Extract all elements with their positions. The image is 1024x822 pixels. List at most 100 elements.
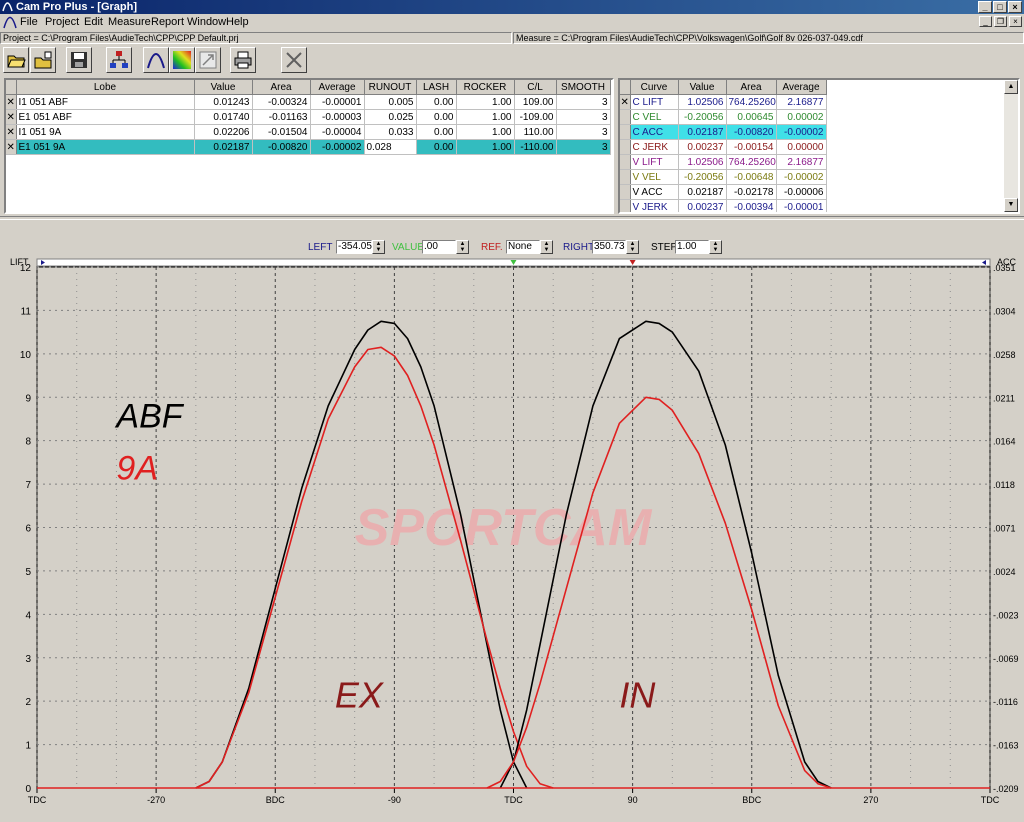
color-palette-button[interactable] xyxy=(169,47,195,73)
column-header-rocker[interactable]: ROCKER xyxy=(456,80,515,95)
open-file-button[interactable] xyxy=(30,47,56,73)
row-selector[interactable] xyxy=(620,124,631,140)
header-corner xyxy=(6,80,17,95)
cam-graph[interactable]: 0 1 2 3 4 5 6 7 8 9 10 11 12 TDC -270 BDC -90 TDC 90 BDC 270… xyxy=(0,256,1024,819)
column-header-area[interactable]: Area xyxy=(726,80,777,95)
close-x-button[interactable] xyxy=(281,47,307,73)
ref-input[interactable]: None xyxy=(506,240,540,254)
table-row[interactable]: ✕ I1 051 9A 0.02206 -0.01504 -0.00004 0.033 0.… xyxy=(6,124,611,140)
row-selector[interactable] xyxy=(620,154,631,170)
column-header-value[interactable]: Value xyxy=(194,80,253,95)
mdi-close-button[interactable]: × xyxy=(1009,16,1022,27)
table-row[interactable]: C VEL -0.20056 0.00645 0.00002 xyxy=(620,109,827,125)
row-selector[interactable] xyxy=(620,169,631,185)
step-input[interactable]: 1.00 xyxy=(675,240,709,254)
menu-edit[interactable]: Edit xyxy=(84,16,103,28)
menu-project[interactable]: Project xyxy=(45,16,79,28)
menu-help[interactable]: Help xyxy=(226,16,249,28)
row-selector[interactable] xyxy=(620,139,631,155)
row-selector[interactable] xyxy=(620,184,631,200)
row-selector[interactable]: ✕ xyxy=(6,94,17,110)
y-right-tick-label: -.0116 xyxy=(993,697,1018,707)
column-header-value[interactable]: Value xyxy=(678,80,727,95)
row-selector[interactable]: ✕ xyxy=(620,94,631,110)
table-cell: 1.02506 xyxy=(678,94,727,110)
column-header-curve[interactable]: Curve xyxy=(630,80,679,95)
row-selector[interactable]: ✕ xyxy=(6,109,17,125)
table-row[interactable]: ✕ E1 051 9A 0.02187 -0.00820 -0.00002 0.028 0.… xyxy=(6,139,611,155)
table-row[interactable]: V LIFT 1.02506 764.25260 2.16877 xyxy=(620,154,827,170)
column-header-average[interactable]: Average xyxy=(776,80,827,95)
left-input[interactable]: -354.05 xyxy=(336,240,372,254)
table-row[interactable]: V ACC 0.02187 -0.02178 -0.00006 xyxy=(620,184,827,200)
table-cell: -0.20056 xyxy=(678,109,727,125)
table-row[interactable]: ✕ I1 051 ABF 0.01243 -0.00324 -0.00001 0.005 0… xyxy=(6,94,611,110)
row-selector[interactable]: ✕ xyxy=(6,124,17,140)
table-cell: -110.00 xyxy=(514,139,557,155)
pane-splitter[interactable] xyxy=(0,216,1024,220)
table-cell: 0.00 xyxy=(416,139,457,155)
table-row[interactable]: C JERK 0.00237 -0.00154 0.00000 xyxy=(620,139,827,155)
column-header-runout[interactable]: RUNOUT xyxy=(364,80,417,95)
column-header-c-l[interactable]: C/L xyxy=(514,80,557,95)
scroll-down-button[interactable]: ▼ xyxy=(1004,198,1018,212)
menu-window[interactable]: Window xyxy=(187,16,226,28)
table-cell: -109.00 xyxy=(514,109,557,125)
table-cell: -0.00001 xyxy=(310,94,365,110)
table-cell: V VEL xyxy=(630,169,679,185)
table-cell[interactable]: 0.028 xyxy=(364,139,417,155)
ref-spinner[interactable]: ▲ ▼ xyxy=(540,240,553,254)
scroll-up-button[interactable]: ▲ xyxy=(1004,80,1018,94)
row-selector[interactable]: ✕ xyxy=(6,139,17,155)
column-header-smooth[interactable]: SMOOTH xyxy=(556,80,611,95)
column-header-lash[interactable]: LASH xyxy=(416,80,457,95)
y-tick-label: 11 xyxy=(21,306,32,317)
right-spinner[interactable]: ▲ ▼ xyxy=(626,240,639,254)
row-selector[interactable] xyxy=(620,109,631,125)
row-selector[interactable] xyxy=(620,199,631,212)
close-button[interactable]: × xyxy=(1008,1,1022,13)
value-spinner[interactable]: ▲ ▼ xyxy=(456,240,469,254)
menu-report[interactable]: Report xyxy=(151,16,184,28)
cam-profile-button[interactable] xyxy=(143,47,169,73)
x-tick-label: TDC xyxy=(981,795,1000,805)
table-cell: 0.005 xyxy=(364,94,417,110)
left-spinner[interactable]: ▲ ▼ xyxy=(372,240,385,254)
right-input[interactable]: 350.73 xyxy=(592,240,626,254)
save-button[interactable] xyxy=(66,47,92,73)
app-icon[interactable] xyxy=(3,15,17,29)
open-folder-button[interactable] xyxy=(3,47,29,73)
curve-table-scrollbar[interactable]: ▲ ▼ xyxy=(1004,80,1018,212)
table-row[interactable]: V VEL -0.20056 -0.00648 -0.00002 xyxy=(620,169,827,185)
table-cell: I1 051 ABF xyxy=(16,94,195,110)
mdi-minimize-button[interactable]: _ xyxy=(979,16,992,27)
value-input[interactable]: .00 xyxy=(422,240,456,254)
table-cell: V JERK xyxy=(630,199,679,212)
app-icon xyxy=(2,1,13,12)
table-row[interactable]: ✕ E1 051 ABF 0.01740 -0.01163 -0.00003 0.025 0… xyxy=(6,109,611,125)
column-header-average[interactable]: Average xyxy=(310,80,365,95)
lobe-table-header: Lobe Value Area Average RUNOUT LASH ROCKER C/L S… xyxy=(6,80,611,95)
column-header-area[interactable]: Area xyxy=(252,80,311,95)
table-cell: 0.00237 xyxy=(678,139,727,155)
step-spinner[interactable]: ▲ ▼ xyxy=(709,240,722,254)
table-row[interactable]: C ACC 0.02187 -0.00820 -0.00002 xyxy=(620,124,827,140)
table-cell: 0.02206 xyxy=(194,124,253,140)
annotation-sportcam: SPORTCAM xyxy=(355,499,653,557)
menu-file[interactable]: File xyxy=(20,16,38,28)
network-button[interactable] xyxy=(106,47,132,73)
table-cell: 0.00002 xyxy=(776,109,827,125)
maximize-button[interactable]: □ xyxy=(993,1,1007,13)
mdi-restore-button[interactable]: ❐ xyxy=(994,16,1007,27)
table-cell: -0.01163 xyxy=(252,109,311,125)
table-row[interactable]: V JERK 0.00237 -0.00394 -0.00001 xyxy=(620,199,827,212)
print-button[interactable] xyxy=(230,47,256,73)
export-button[interactable] xyxy=(195,47,221,73)
column-header-lobe[interactable]: Lobe xyxy=(16,80,195,95)
table-cell: 1.00 xyxy=(456,139,515,155)
minimize-button[interactable]: _ xyxy=(978,1,992,13)
menu-measure[interactable]: Measure xyxy=(108,16,151,28)
table-cell: I1 051 9A xyxy=(16,124,195,140)
table-cell: C LIFT xyxy=(630,94,679,110)
table-row[interactable]: ✕ C LIFT 1.02506 764.25260 2.16877 xyxy=(620,94,827,110)
